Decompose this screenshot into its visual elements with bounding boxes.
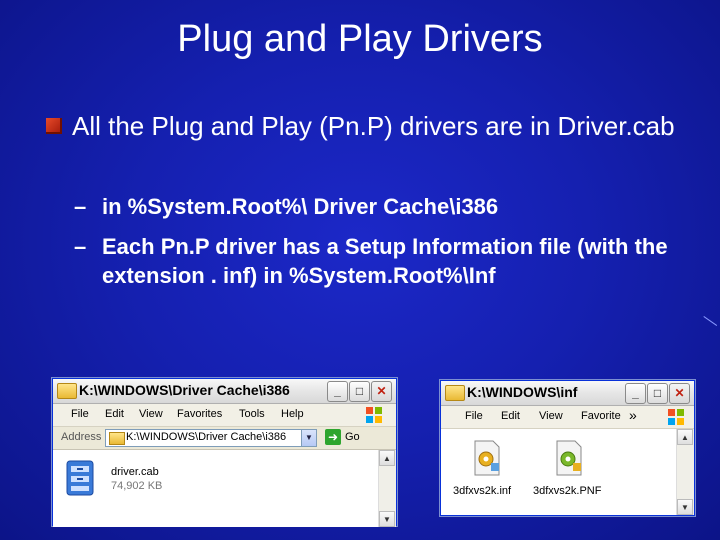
window-title: K:\WINDOWS\inf: [467, 384, 578, 400]
close-button[interactable]: ✕: [669, 383, 690, 404]
window-title: K:\WINDOWS\Driver Cache\i386: [79, 382, 290, 398]
minimize-button[interactable]: _: [327, 381, 348, 402]
go-button[interactable]: Go: [345, 431, 360, 443]
folder-icon: [109, 432, 125, 445]
file-list: 3dfxvs2k.inf 3dfxvs2k.PNF ▲ ▼: [441, 429, 694, 515]
address-bar: Address K:\WINDOWS\Driver Cache\i386 ▼ ➜…: [53, 427, 396, 450]
file-name[interactable]: 3dfxvs2k.PNF: [533, 485, 601, 497]
sub-bullet-1-text: in %System.Root%\ Driver Cache\i386: [102, 194, 499, 219]
windows-logo-icon: [366, 407, 382, 423]
address-label: Address: [61, 431, 102, 443]
sub-bullet-2: – Each Pn.P driver has a Setup Informati…: [74, 232, 674, 290]
menu-edit[interactable]: Edit: [501, 410, 520, 422]
sub-bullet-2-text: Each Pn.P driver has a Setup Information…: [102, 234, 668, 288]
explorer-window-inf[interactable]: K:\WINDOWS\inf _ □ ✕ File Edit View Favo…: [440, 380, 695, 516]
menu-tools[interactable]: Tools: [239, 408, 265, 420]
close-button[interactable]: ✕: [371, 381, 392, 402]
dash-marker: –: [74, 194, 87, 219]
menu-view[interactable]: View: [539, 410, 563, 422]
sub-bullet-1: – in %System.Root%\ Driver Cache\i386: [74, 192, 498, 221]
decorative-line: [693, 316, 718, 341]
address-field[interactable]: K:\WINDOWS\Driver Cache\i386 ▼: [105, 429, 317, 447]
menu-file[interactable]: File: [465, 410, 483, 422]
address-value: K:\WINDOWS\Driver Cache\i386: [126, 431, 287, 443]
menu-favorites[interactable]: Favorites: [177, 408, 222, 420]
folder-icon: [57, 383, 77, 399]
dash-marker: –: [74, 234, 87, 259]
windows-logo-icon: [668, 409, 684, 425]
slide-title: Plug and Play Drivers: [177, 18, 543, 60]
setup-info-file-icon[interactable]: [471, 439, 503, 477]
minimize-button[interactable]: _: [625, 383, 646, 404]
vertical-scrollbar[interactable]: ▲ ▼: [676, 429, 694, 515]
menu-view[interactable]: View: [139, 408, 163, 420]
menu-bar: File Edit View Favorites Tools Help: [53, 404, 396, 427]
menu-bar: File Edit View Favorite »: [441, 406, 694, 429]
chevron-down-icon[interactable]: ▼: [301, 430, 316, 446]
title-bar[interactable]: K:\WINDOWS\inf _ □ ✕: [441, 381, 694, 406]
file-list: driver.cab 74,902 KB ▲ ▼: [53, 450, 396, 527]
explorer-window-driver-cache[interactable]: K:\WINDOWS\Driver Cache\i386 _ □ ✕ File …: [52, 378, 397, 527]
scroll-up-icon[interactable]: ▲: [379, 450, 395, 466]
file-name[interactable]: 3dfxvs2k.inf: [453, 485, 511, 497]
cabinet-file-icon[interactable]: [63, 458, 97, 498]
go-arrow-icon[interactable]: ➜: [325, 429, 341, 445]
scroll-down-icon[interactable]: ▼: [677, 499, 693, 515]
menu-help[interactable]: Help: [281, 408, 304, 420]
maximize-button[interactable]: □: [349, 381, 370, 402]
file-size: 74,902 KB: [111, 480, 163, 492]
precompiled-info-file-icon[interactable]: [553, 439, 585, 477]
menu-chevron[interactable]: »: [629, 407, 637, 423]
vertical-scrollbar[interactable]: ▲ ▼: [378, 450, 396, 527]
menu-favorites[interactable]: Favorite: [581, 410, 621, 422]
bullet-marker-icon: [46, 118, 62, 134]
maximize-button[interactable]: □: [647, 383, 668, 404]
scroll-down-icon[interactable]: ▼: [379, 511, 395, 527]
title-bar[interactable]: K:\WINDOWS\Driver Cache\i386 _ □ ✕: [53, 379, 396, 404]
main-bullet-text: All the Plug and Play (Pn.P) drivers are…: [72, 111, 675, 141]
scroll-up-icon[interactable]: ▲: [677, 429, 693, 445]
menu-file[interactable]: File: [71, 408, 89, 420]
file-name[interactable]: driver.cab: [111, 466, 159, 478]
folder-icon: [445, 385, 465, 401]
menu-edit[interactable]: Edit: [105, 408, 124, 420]
